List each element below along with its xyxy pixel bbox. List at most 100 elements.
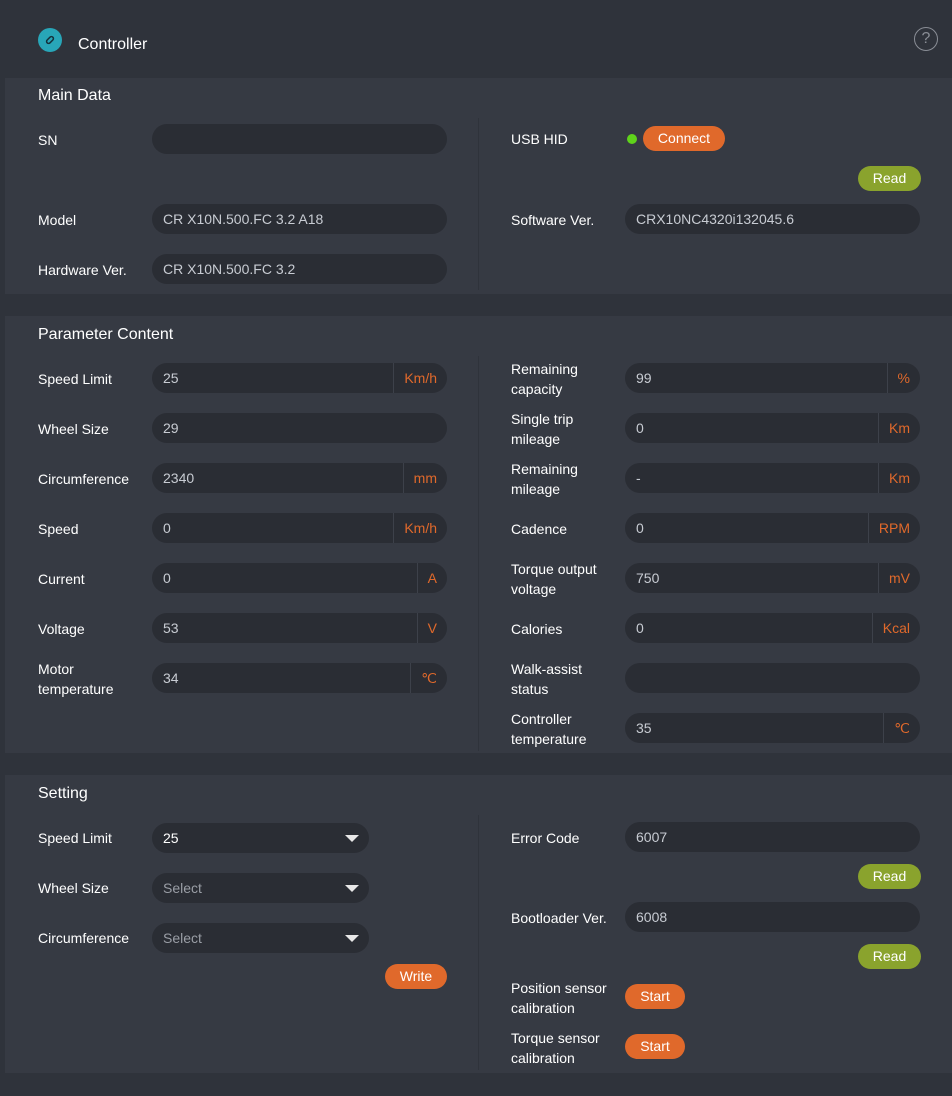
main-data-title: Main Data (38, 87, 111, 104)
param-label: Torque output voltage (511, 561, 597, 597)
sn-label: SN (38, 132, 58, 148)
connection-status-dot (627, 134, 637, 144)
position-calibration-start-button[interactable]: Start (625, 984, 685, 1009)
param-label: Current (38, 571, 85, 587)
param-unit: RPM (867, 513, 920, 543)
param-field-calories: 0 Kcal (625, 613, 920, 643)
param-unit: V (416, 613, 447, 643)
param-label: Controller temperature (511, 711, 587, 747)
connect-button[interactable]: Connect (643, 126, 725, 151)
param-value: 53 (163, 620, 179, 636)
setting-speed-limit-label: Speed Limit (38, 830, 112, 846)
model-label: Model (38, 212, 77, 228)
setting-divider (478, 815, 479, 1070)
read-error-code-button[interactable]: Read (858, 864, 921, 889)
page-title: Controller (78, 36, 148, 53)
param-unit: A (416, 563, 447, 593)
circumference-placeholder: Select (163, 930, 202, 946)
param-field-remaining-mileage: - Km (625, 463, 920, 493)
param-unit: ℃ (883, 713, 920, 743)
bootloader-ver-field[interactable]: 6008 (625, 902, 920, 932)
hardware-ver-field[interactable]: CR X10N.500.FC 3.2 (152, 254, 447, 284)
usb-hid-label: USB HID (511, 131, 568, 147)
error-code-label: Error Code (511, 830, 580, 846)
read-bootloader-button[interactable]: Read (858, 944, 921, 969)
model-field[interactable]: CR X10N.500.FC 3.2 A18 (152, 204, 447, 234)
param-field-circumference: 2340 mm (152, 463, 447, 493)
param-label: Motor temperature (38, 661, 114, 697)
param-unit: Km/h (393, 513, 447, 543)
param-unit: mm (402, 463, 447, 493)
param-field-remaining-capacity: 99 % (625, 363, 920, 393)
param-value: 25 (163, 370, 179, 386)
help-icon[interactable]: ? (914, 27, 938, 51)
chevron-down-icon (345, 885, 359, 892)
error-code-field[interactable]: 6007 (625, 822, 920, 852)
param-label: Speed (38, 521, 79, 537)
speed-limit-value: 25 (163, 830, 179, 846)
position-cal-line2: calibration (511, 1000, 575, 1016)
chevron-down-icon (345, 835, 359, 842)
param-unit: mV (878, 563, 920, 593)
param-value: 0 (163, 570, 171, 586)
param-field-voltage: 53 V (152, 613, 447, 643)
param-label: Speed Limit (38, 371, 112, 387)
torque-sensor-calibration-label: Torque sensor calibration (511, 1028, 600, 1068)
param-field-walk-assist-status (625, 663, 920, 693)
param-unit: ℃ (410, 663, 447, 693)
controller-logo-icon (38, 28, 62, 52)
param-value: 2340 (163, 470, 195, 486)
position-sensor-calibration-label: Position sensor calibration (511, 978, 607, 1018)
circumference-select[interactable]: Select (152, 923, 369, 953)
param-value: 0 (163, 520, 171, 536)
speed-limit-select[interactable]: 25 (152, 823, 369, 853)
software-ver-label: Software Ver. (511, 212, 595, 228)
torque-cal-line1: Torque sensor (511, 1030, 600, 1046)
param-label: Walk-assist status (511, 661, 583, 697)
param-label: Circumference (38, 471, 130, 487)
param-value: 35 (636, 720, 652, 736)
torque-cal-line2: calibration (511, 1050, 575, 1066)
param-field-torque-output-voltage: 750 mV (625, 563, 920, 593)
main-data-divider (478, 118, 479, 290)
bootloader-ver-label: Bootloader Ver. (511, 910, 607, 926)
param-label: Cadence (511, 521, 568, 537)
read-button-main[interactable]: Read (858, 166, 921, 191)
param-label: Remaining mileage (511, 461, 578, 497)
param-value: - (636, 470, 641, 486)
sn-field[interactable] (152, 124, 447, 154)
hardware-ver-label: Hardware Ver. (38, 262, 127, 278)
param-label: Calories (511, 621, 563, 637)
parameter-content-title: Parameter Content (38, 326, 174, 343)
write-button[interactable]: Write (385, 964, 447, 989)
software-ver-field[interactable]: CRX10NC4320i132045.6 (625, 204, 920, 234)
param-unit: Km (878, 413, 920, 443)
param-unit: Km (878, 463, 920, 493)
param-field-current: 0 A (152, 563, 447, 593)
param-field-controller-temperature: 35 ℃ (625, 713, 920, 743)
param-value: 99 (636, 370, 652, 386)
param-field-wheel-size: 29 (152, 413, 447, 443)
setting-title: Setting (38, 785, 88, 802)
param-field-speed: 0 Km/h (152, 513, 447, 543)
param-field-single-trip-mileage: 0 Km (625, 413, 920, 443)
chevron-down-icon (345, 935, 359, 942)
wheel-size-select[interactable]: Select (152, 873, 369, 903)
param-value: 0 (636, 420, 644, 436)
param-value: 0 (636, 520, 644, 536)
param-field-motor-temperature: 34 ℃ (152, 663, 447, 693)
param-label: Wheel Size (38, 421, 109, 437)
param-label: Remaining capacity (511, 361, 578, 397)
param-value: 29 (163, 420, 179, 436)
param-value: 0 (636, 620, 644, 636)
param-unit: % (886, 363, 920, 393)
param-label: Voltage (38, 621, 85, 637)
setting-circumference-label: Circumference (38, 930, 130, 946)
position-cal-line1: Position sensor (511, 980, 607, 996)
param-divider (478, 356, 479, 751)
param-unit: Km/h (393, 363, 447, 393)
param-value: 750 (636, 570, 660, 586)
torque-calibration-start-button[interactable]: Start (625, 1034, 685, 1059)
setting-wheel-size-label: Wheel Size (38, 880, 109, 896)
param-unit: Kcal (871, 613, 920, 643)
